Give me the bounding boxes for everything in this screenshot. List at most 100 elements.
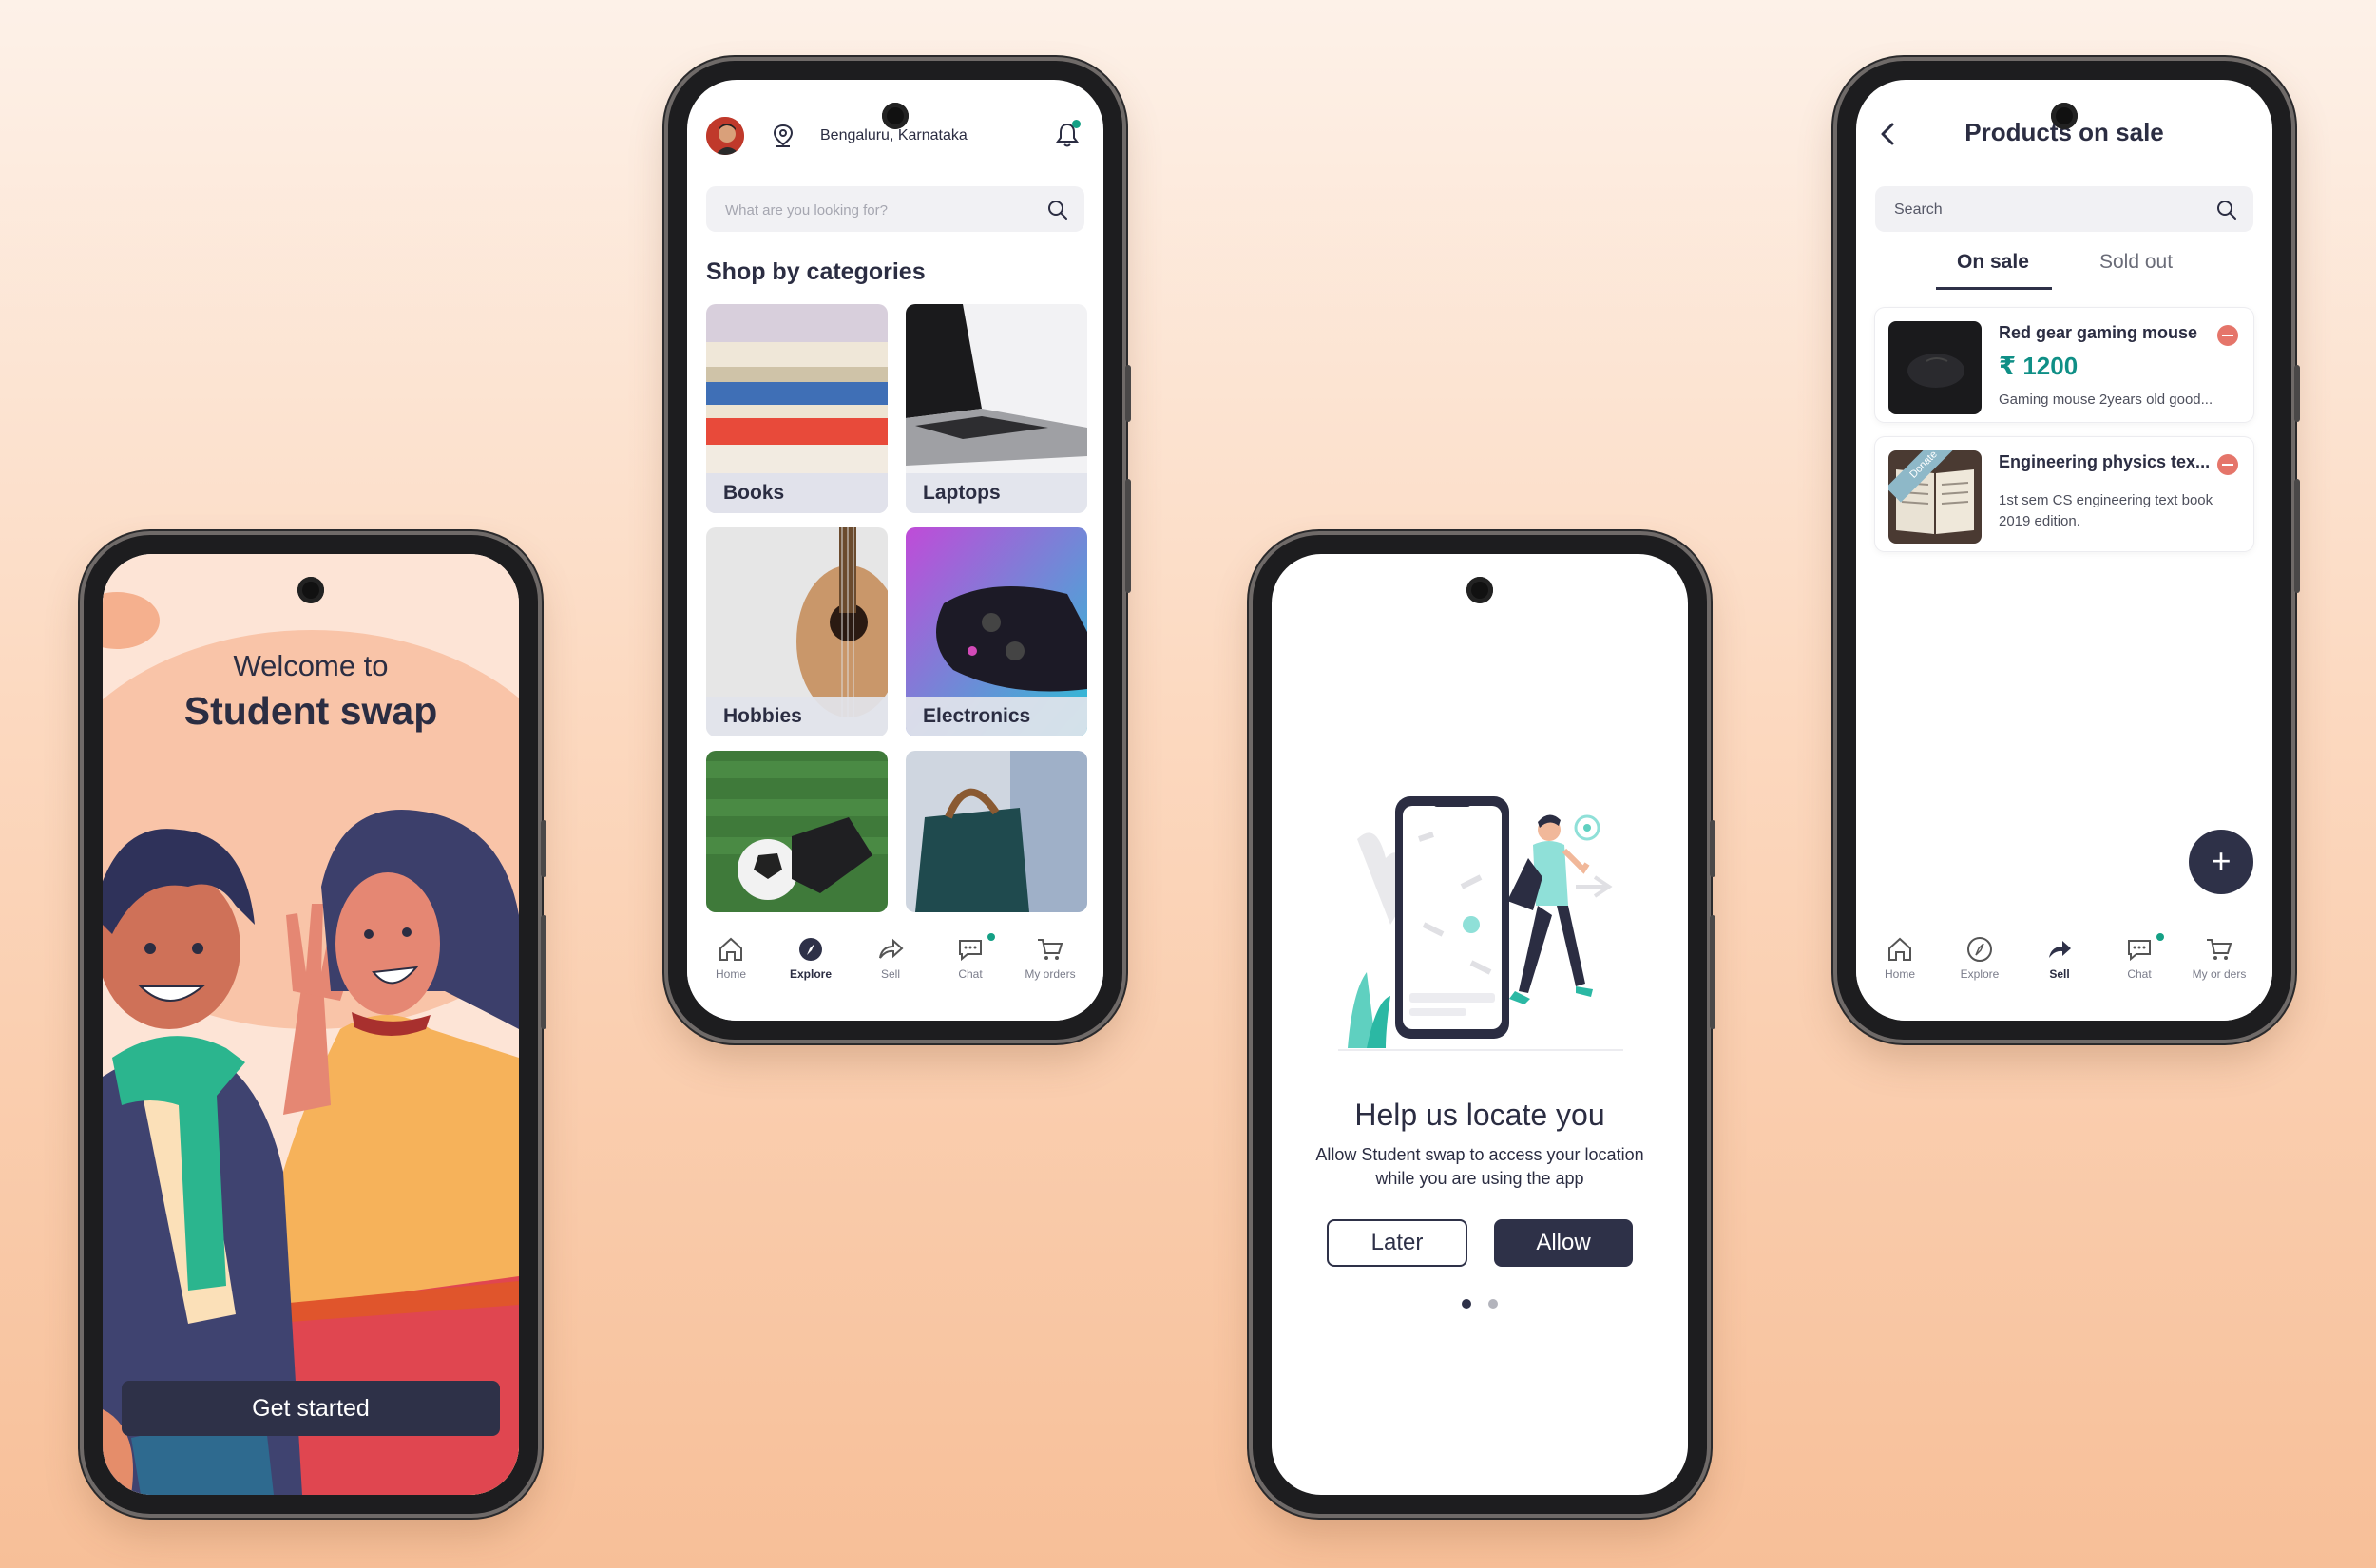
search-bar[interactable] — [706, 186, 1084, 234]
category-label: Books — [706, 473, 888, 513]
tab-sold-out[interactable]: Sold out — [2099, 251, 2173, 274]
tab-on-sale[interactable]: On sale — [1957, 251, 2029, 274]
nav-orders[interactable]: My or ders — [2179, 935, 2259, 981]
product-name: Red gear gaming mouse — [1999, 323, 2198, 342]
nav-explore[interactable]: Explore — [1940, 935, 2020, 981]
power-button — [2294, 479, 2300, 593]
nav-explore[interactable]: Explore — [771, 935, 851, 981]
nav-label: Explore — [789, 967, 832, 981]
product-card[interactable]: Red gear gaming mouse ₹ 1200 Gaming mous… — [1875, 308, 2253, 422]
category-label: Electronics — [906, 697, 1087, 736]
volume-button — [2294, 365, 2300, 422]
chat-unread-dot — [987, 933, 995, 941]
front-camera — [1466, 577, 1493, 603]
category-label: Hobbies — [706, 697, 888, 736]
search-icon[interactable] — [1046, 199, 1069, 221]
home-icon — [1888, 937, 1911, 961]
nav-chat[interactable]: Chat — [930, 935, 1010, 981]
page-dot — [1488, 1299, 1498, 1309]
avatar-photo — [706, 117, 744, 155]
nav-sell[interactable]: Sell — [2020, 935, 2099, 981]
cart-icon — [2207, 939, 2232, 960]
chat-icon — [959, 940, 982, 962]
app-name: Student swap — [183, 689, 438, 733]
nav-label: Chat — [2127, 967, 2152, 981]
search-input[interactable] — [723, 186, 1012, 234]
products-screen: Products on sale On sale Sold out Red ge… — [1856, 80, 2272, 1021]
get-started-button[interactable]: Get started — [122, 1381, 500, 1436]
welcome-heading: Welcome to — [233, 649, 389, 682]
product-description: 1st sem CS engineering text book 2019 ed… — [1999, 492, 2213, 529]
power-button — [541, 915, 546, 1029]
nav-orders[interactable]: My orders — [1010, 935, 1090, 981]
location-illustration — [1338, 796, 1623, 1051]
location-pin-icon — [773, 124, 794, 147]
phone-products: Products on sale On sale Sold out Red ge… — [1837, 61, 2300, 1040]
volume-button — [1710, 820, 1715, 877]
product-card[interactable]: Donate Engineering physics tex... 1st se… — [1875, 437, 2253, 551]
compass-icon — [799, 938, 822, 961]
location-screen: Help us locate you Allow Student swap to… — [1272, 554, 1688, 1495]
nav-label: My orders — [1025, 967, 1076, 981]
search-input[interactable] — [1892, 186, 2181, 234]
volume-button — [1125, 365, 1131, 422]
explore-screen: Bengaluru, Karnataka Shop by categories — [687, 80, 1103, 1021]
welcome-screen: Welcome to Student swap Get started — [103, 554, 519, 1495]
page-indicator — [1272, 1296, 1688, 1313]
remove-icon[interactable] — [2217, 325, 2238, 346]
chat-icon — [2128, 940, 2151, 962]
location-description: Allow Student swap to access your locati… — [1315, 1145, 1644, 1188]
nav-chat[interactable]: Chat — [2099, 935, 2179, 981]
home-icon — [719, 937, 742, 961]
location-title: Help us locate you — [1354, 1098, 1605, 1132]
later-button[interactable]: Later — [1327, 1219, 1467, 1267]
current-location[interactable]: Bengaluru, Karnataka — [820, 127, 968, 144]
power-button — [1710, 915, 1715, 1029]
search-bar[interactable] — [1875, 186, 2253, 234]
mouse-image — [1888, 321, 1982, 414]
add-product-button[interactable]: + — [2189, 830, 2253, 894]
category-hobbies[interactable]: Hobbies — [706, 527, 888, 736]
category-sports[interactable] — [706, 751, 888, 912]
search-icon[interactable] — [2215, 199, 2238, 221]
front-camera — [297, 577, 324, 603]
page-dot-active — [1462, 1299, 1471, 1309]
product-thumbnail — [1888, 321, 1982, 414]
product-description: Gaming mouse 2years old good... — [1999, 392, 2213, 408]
power-button — [1125, 479, 1131, 593]
nav-home[interactable]: Home — [1860, 935, 1940, 981]
nav-sell[interactable]: Sell — [851, 935, 930, 981]
nav-label: Home — [715, 967, 746, 981]
nav-label: Sell — [2049, 967, 2070, 981]
share-arrow-icon — [2049, 941, 2071, 958]
notification-dot — [1072, 120, 1081, 128]
product-name: Engineering physics tex... — [1999, 452, 2211, 471]
allow-button[interactable]: Allow — [1494, 1219, 1633, 1267]
avatar[interactable] — [706, 117, 744, 155]
nav-label: Home — [1884, 967, 1915, 981]
bottom-nav: Home Explore Sell Chat My or ders — [1856, 922, 2272, 1021]
remove-icon[interactable] — [2217, 454, 2238, 475]
category-books[interactable]: Books — [706, 304, 888, 513]
bottom-nav: Home Explore Sell Chat My orders — [687, 922, 1103, 1021]
nav-label: Sell — [880, 967, 900, 981]
volume-button — [541, 820, 546, 877]
nav-label: Explore — [1960, 967, 2000, 981]
product-price: ₹ 1200 — [1999, 352, 2079, 380]
nav-label: My or ders — [2192, 967, 2247, 981]
category-laptops[interactable]: Laptops — [906, 304, 1087, 513]
phone-welcome: Welcome to Student swap Get started — [84, 535, 546, 1514]
category-fashion[interactable] — [906, 751, 1087, 912]
chat-unread-dot — [2156, 933, 2164, 941]
compass-icon — [1967, 937, 1992, 962]
category-electronics[interactable]: Electronics — [906, 527, 1087, 736]
active-tab-indicator — [1936, 287, 2052, 290]
front-camera — [2051, 103, 2078, 129]
phone-explore: Bengaluru, Karnataka Shop by categories — [668, 61, 1131, 1040]
football-image — [706, 751, 888, 912]
share-arrow-icon — [879, 938, 904, 959]
front-camera — [882, 103, 909, 129]
product-thumbnail: Donate — [1888, 450, 1982, 544]
cart-icon — [1038, 939, 1063, 960]
nav-home[interactable]: Home — [691, 935, 771, 981]
